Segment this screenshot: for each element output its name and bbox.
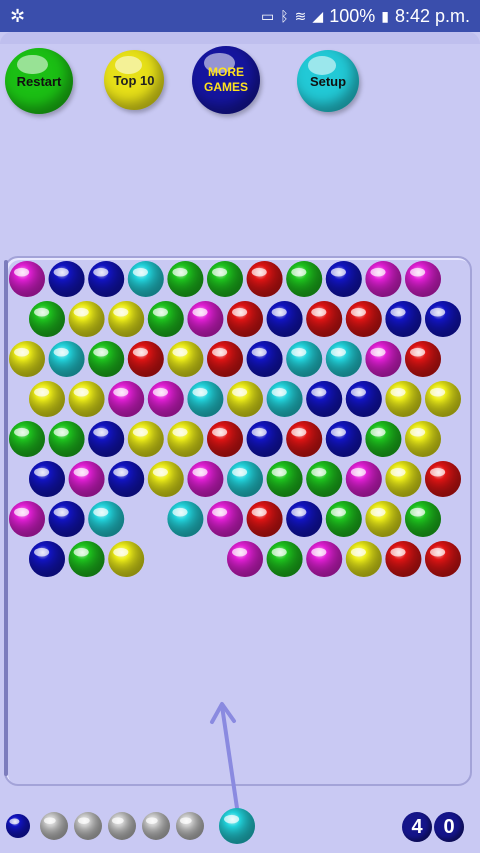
spare-shot-icon bbox=[74, 812, 102, 840]
score-digit: 0 bbox=[434, 812, 464, 842]
shooter-bubble-cyan bbox=[219, 808, 255, 844]
score-digit: 4 bbox=[402, 812, 432, 842]
setup-label: Setup bbox=[309, 73, 347, 89]
spare-shot-icon bbox=[108, 812, 136, 840]
top10-label: Top 10 bbox=[113, 72, 155, 88]
score: 4 0 bbox=[402, 812, 464, 842]
spare-shot-icon bbox=[142, 812, 170, 840]
spare-shot-icon bbox=[40, 812, 68, 840]
next-bubble-blue bbox=[6, 814, 30, 838]
shooter-area[interactable] bbox=[0, 0, 480, 853]
more-games-label: MORE GAMES bbox=[203, 65, 248, 94]
spare-shot-icon bbox=[176, 812, 204, 840]
restart-label: Restart bbox=[16, 73, 62, 89]
